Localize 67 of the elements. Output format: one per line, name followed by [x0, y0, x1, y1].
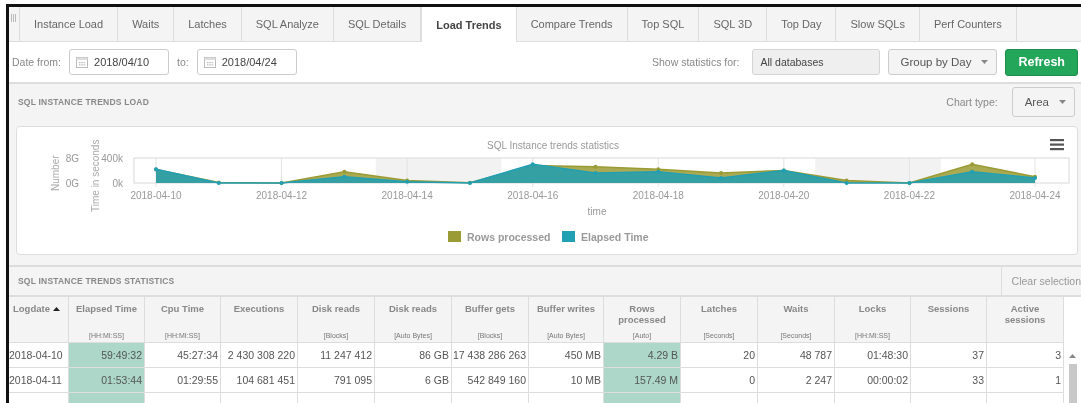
section-title: SQL INSTANCE TRENDS LOAD — [18, 97, 150, 107]
tick-label: 2018-04-20 — [758, 190, 810, 201]
table-cell: 6 GB — [375, 368, 452, 393]
tick-label: 0G — [65, 178, 79, 189]
menu-icon[interactable] — [1050, 139, 1064, 151]
axis-label: time — [587, 206, 607, 217]
table-cell: 01:48:30 — [835, 343, 911, 368]
grouping-dropdown[interactable]: Group by Day — [887, 49, 998, 75]
tab[interactable]: Instance Load — [19, 7, 119, 41]
table-cell: 542 849 160 — [452, 368, 529, 393]
legend-label[interactable]: Elapsed Time — [581, 231, 649, 243]
date-field[interactable]: 2018/04/10 — [69, 49, 169, 75]
table-cell: 59:49:32 — [69, 343, 145, 368]
table-cell: 2 247 — [758, 368, 835, 393]
field-label: to: — [177, 56, 189, 68]
tick-label: 2018-04-14 — [381, 190, 433, 201]
field-label: Chart type: — [946, 96, 998, 108]
caret-icon — [981, 60, 989, 64]
table-cell: 104 681 451 — [221, 368, 298, 393]
table-cell: 17 438 286 263 — [452, 343, 529, 368]
table-cell: 20 — [681, 343, 758, 368]
table-cell: 01:53:44 — [69, 368, 145, 393]
table-cell: 01:29:55 — [145, 368, 221, 393]
calendar-icon — [203, 56, 216, 68]
column-header[interactable]: Active sessions — [987, 297, 1064, 343]
chart-type-dropdown[interactable]: Area — [1011, 87, 1075, 117]
tick-label: 2018-04-10 — [130, 190, 182, 201]
tick-label: 2018-04-18 — [632, 190, 684, 201]
tick-label: 2018-04-16 — [507, 190, 559, 201]
axis-label: Time in seconds — [90, 139, 101, 212]
table-cell: 4.29 B — [604, 343, 681, 368]
field-label: Show statistics for: — [651, 56, 740, 68]
date-field[interactable]: 2018/04/24 — [196, 49, 297, 75]
table-cell: 791 095 — [298, 368, 375, 393]
refresh-button[interactable]: Refresh — [1005, 48, 1078, 76]
table-cell: 0 — [681, 368, 758, 393]
tick-label: 8G — [65, 153, 79, 164]
axis-label: Number — [50, 155, 61, 191]
table-cell: 00:00:02 — [835, 368, 911, 393]
chart-title: SQL Instance trends statistics — [487, 140, 619, 151]
column-header[interactable]: Logdate — [9, 297, 69, 343]
table-cell: 33 — [911, 368, 987, 393]
table-cell: 37 — [911, 343, 987, 368]
section-title: SQL INSTANCE TRENDS STATISTICS — [18, 276, 175, 286]
field-label: Date from: — [12, 56, 61, 68]
calendar-icon — [76, 56, 88, 68]
caret-icon — [1059, 100, 1066, 104]
table-cell: 157.49 M — [604, 368, 681, 393]
legend-label[interactable]: Rows processed — [467, 231, 551, 243]
scroll-up-icon[interactable] — [1069, 354, 1076, 358]
tick-label: 2018-04-22 — [883, 190, 935, 201]
table-cell: 11 247 412 — [298, 343, 375, 368]
clear-selection-button[interactable]: Clear selection — [1000, 267, 1081, 295]
column-header[interactable]: Sessions — [911, 297, 987, 343]
table-cell: 2 430 308 220 — [221, 343, 298, 368]
table-cell: 48 787 — [758, 343, 835, 368]
tick-label: 0k — [112, 178, 123, 189]
grip-icon — [11, 14, 17, 22]
column-header[interactable]: Executions — [221, 297, 298, 343]
tab[interactable]: Load Trends — [421, 7, 517, 42]
tick-label: 400k — [101, 153, 123, 164]
table-cell: 45:27:34 — [145, 343, 221, 368]
database-field[interactable]: All databases — [751, 49, 880, 75]
scrollbar-thumb[interactable] — [1068, 364, 1077, 403]
table-cell: 86 GB — [375, 343, 452, 368]
tick-label: 2018-04-24 — [1009, 190, 1061, 201]
tick-label: 2018-04-12 — [256, 190, 308, 201]
